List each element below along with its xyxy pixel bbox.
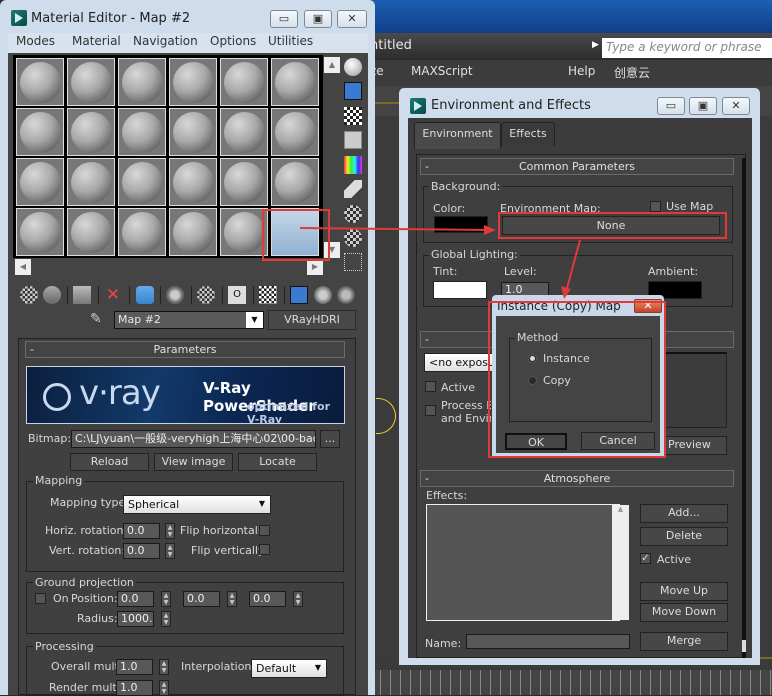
annotation-arrowhead (561, 286, 571, 299)
annotation-arrow-line (565, 239, 581, 293)
annotation-arrows (299, 225, 581, 299)
annotation-arrowhead (484, 225, 496, 235)
annotation-arrow-line (299, 227, 493, 231)
